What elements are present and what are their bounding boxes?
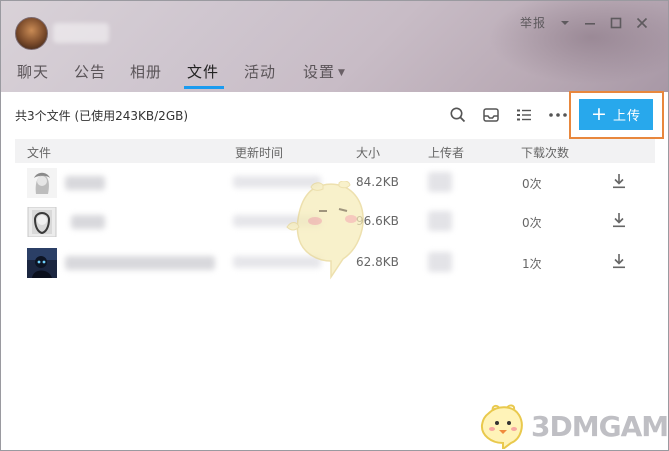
file-name-blurred[interactable] xyxy=(71,215,105,229)
minimize-icon[interactable] xyxy=(584,17,596,29)
file-size: 96.6KB xyxy=(356,214,399,228)
list-view-icon[interactable] xyxy=(515,106,533,124)
more-icon[interactable] xyxy=(548,106,567,124)
file-thumbnail xyxy=(27,248,57,278)
group-avatar[interactable] xyxy=(15,17,48,50)
group-name-blurred xyxy=(53,23,109,43)
tab-chat[interactable]: 聊天 xyxy=(17,61,49,82)
maximize-icon[interactable] xyxy=(610,17,622,29)
file-name-blurred[interactable] xyxy=(65,176,105,190)
tab-files[interactable]: 文件 xyxy=(187,61,219,82)
group-file-window: 举报 聊天 公告 相册 文件 活动 设置 ▼ 共3个文件 (已使用243KB/2… xyxy=(0,0,669,451)
plus-icon: + xyxy=(591,103,608,125)
tab-settings[interactable]: 设置 ▼ xyxy=(303,61,346,82)
inbox-icon[interactable] xyxy=(482,106,500,124)
column-header-downloads[interactable]: 下载次数 xyxy=(521,144,569,161)
close-icon[interactable] xyxy=(636,17,648,29)
uploader-blurred xyxy=(428,211,452,231)
tab-settings-label: 设置 xyxy=(303,63,336,81)
tab-album[interactable]: 相册 xyxy=(130,61,162,82)
uploader-blurred xyxy=(428,252,452,272)
file-thumbnail xyxy=(27,168,57,198)
file-table-header: 文件 更新时间 大小 上传者 下载次数 xyxy=(15,139,655,163)
table-row[interactable]: 62.8KB 1次 xyxy=(15,242,655,283)
settings-caret-icon: ▼ xyxy=(338,68,346,78)
3dm-mascot-icon xyxy=(480,404,523,449)
file-thumbnail xyxy=(27,207,57,237)
column-header-uploader[interactable]: 上传者 xyxy=(428,144,464,161)
file-name-blurred[interactable] xyxy=(65,256,215,270)
active-tab-indicator xyxy=(184,86,224,89)
download-count: 1次 xyxy=(522,257,542,271)
update-time-blurred xyxy=(233,215,321,227)
window-controls: 举报 xyxy=(506,14,648,32)
file-size: 84.2KB xyxy=(356,175,399,189)
window-header: 举报 聊天 公告 相册 文件 活动 设置 ▼ xyxy=(1,1,668,92)
dropdown-arrow-icon[interactable] xyxy=(560,18,570,28)
download-icon[interactable] xyxy=(612,253,626,269)
table-row[interactable]: 84.2KB 0次 xyxy=(15,162,655,203)
download-icon[interactable] xyxy=(612,212,626,228)
download-count: 0次 xyxy=(522,216,542,230)
download-count: 0次 xyxy=(522,177,542,191)
file-size: 62.8KB xyxy=(356,255,399,269)
column-header-file[interactable]: 文件 xyxy=(27,144,51,161)
update-time-blurred xyxy=(233,256,321,268)
column-header-updated[interactable]: 更新时间 xyxy=(235,144,283,161)
watermark: 3DMGAME xyxy=(477,403,669,449)
storage-summary: 共3个文件 (已使用243KB/2GB) xyxy=(15,109,189,123)
uploader-blurred xyxy=(428,172,452,192)
update-time-blurred xyxy=(233,176,321,188)
upload-button-label: 上传 xyxy=(612,109,641,124)
search-icon[interactable] xyxy=(449,106,467,124)
watermark-text: 3DMGAME xyxy=(531,409,669,443)
column-header-size[interactable]: 大小 xyxy=(356,144,380,161)
tab-announcement[interactable]: 公告 xyxy=(74,61,106,82)
upload-button[interactable]: + 上传 xyxy=(579,99,653,130)
tab-activity[interactable]: 活动 xyxy=(244,61,276,82)
download-icon[interactable] xyxy=(612,173,626,189)
report-button[interactable]: 举报 xyxy=(520,14,546,32)
file-toolbar: 共3个文件 (已使用243KB/2GB) xyxy=(1,92,668,138)
table-row[interactable]: 96.6KB 0次 xyxy=(15,201,655,242)
